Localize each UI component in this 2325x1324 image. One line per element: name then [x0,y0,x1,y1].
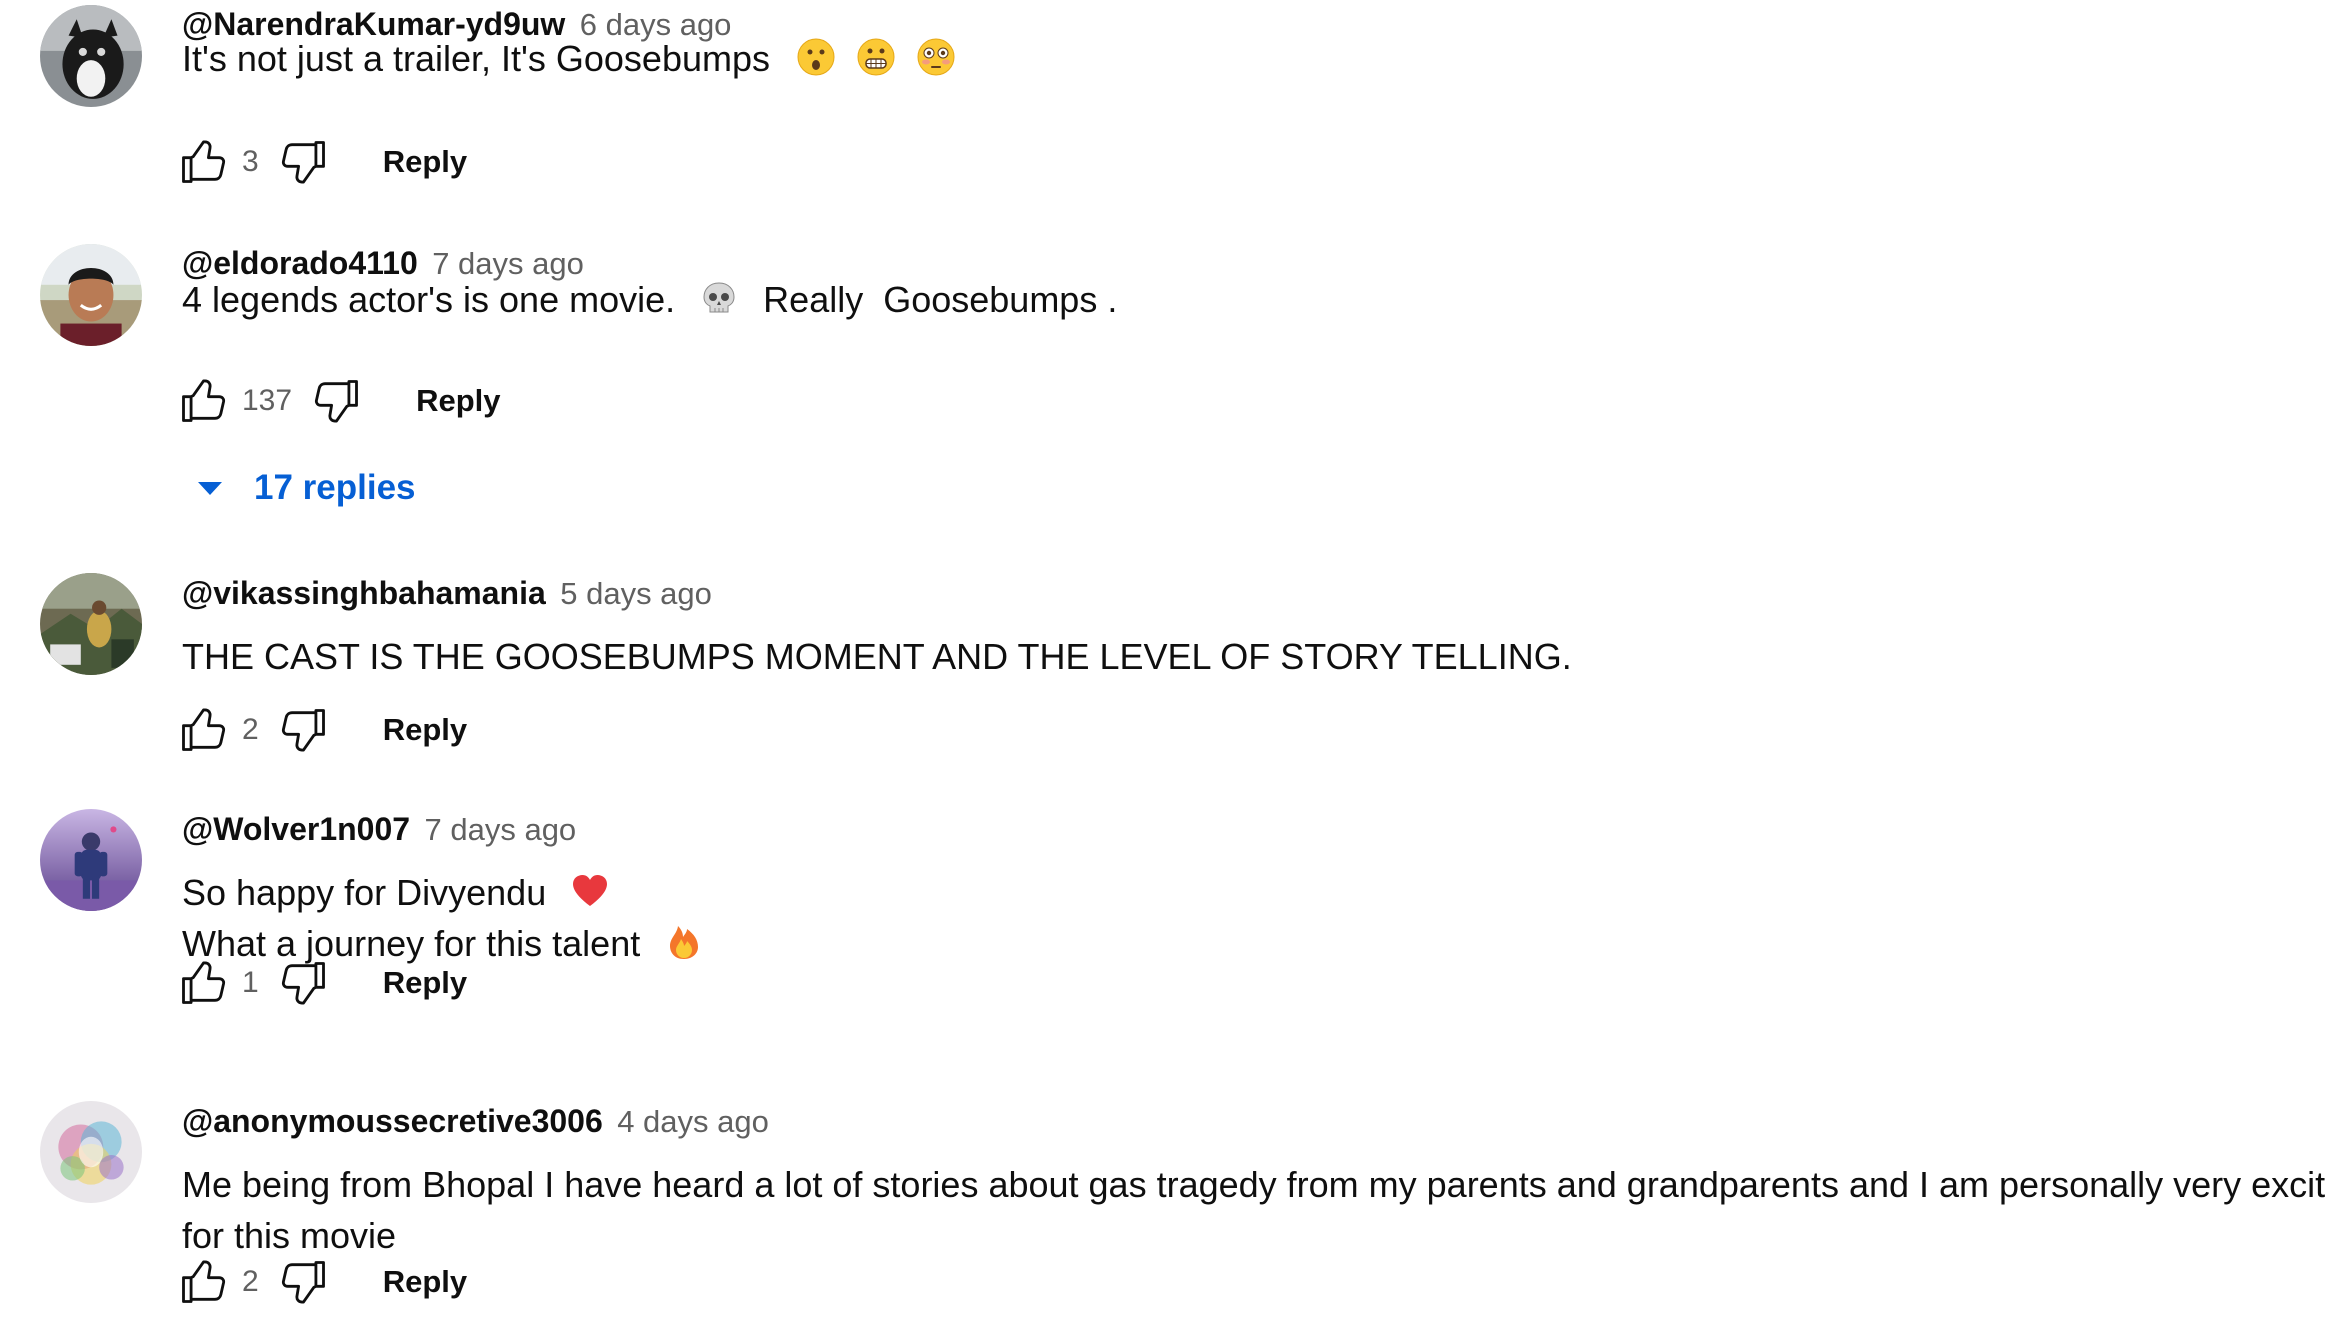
comment-actions: 3 Reply [176,134,467,190]
reply-button[interactable]: Reply [383,1264,467,1300]
comment-author[interactable]: @anonymoussecretive3006 [182,1103,603,1139]
dislike-button[interactable] [277,1255,331,1309]
thumbs-down-icon [281,1261,325,1304]
comment-timestamp[interactable]: 7 days ago [425,812,577,847]
comment-text: THE CAST IS THE GOOSEBUMPS MOMENT AND TH… [182,631,1572,682]
comment-actions: 137 Reply [176,373,500,429]
thumbs-down-icon [281,141,325,184]
like-button[interactable] [176,135,230,189]
comment-text-line: Really Goosebumps . [763,279,1118,320]
like-button[interactable] [176,703,230,757]
like-button[interactable] [176,374,230,428]
skull-emoji [699,278,739,318]
comment-text-row: So happy for Divyendu [182,867,704,918]
reply-button[interactable]: Reply [383,144,467,180]
avatar-image [40,1101,142,1203]
replies-count-label: 17 replies [254,468,416,507]
flushed-face-emoji [916,37,956,77]
comment-text-line: THE CAST IS THE GOOSEBUMPS MOMENT AND TH… [182,636,1572,677]
comment-actions: 2 Reply [176,702,467,758]
comment-author[interactable]: @Wolver1n007 [182,811,410,847]
dislike-button[interactable] [277,703,331,757]
thumbs-down-icon [281,709,325,752]
comment-text-row: for this movie [182,1215,397,1256]
comment-actions: 2 Reply [176,1254,467,1310]
thumbs-down-icon [281,962,325,1005]
comment-text: It's not just a trailer, It's Goosebumps [182,33,956,84]
comment-text-line: So happy for Divyendu [182,872,547,913]
view-replies-button[interactable]: 17 replies [196,468,416,508]
comment-text-row: Me being from Bhopal I have heard a lot … [182,1164,2325,1205]
thumbs-up-icon [182,379,226,422]
reply-button[interactable]: Reply [383,712,467,748]
thumbs-up-icon [182,140,226,183]
comment-timestamp[interactable]: 4 days ago [617,1104,769,1139]
dislike-button[interactable] [277,135,331,189]
comment-actions: 1 Reply [176,955,467,1011]
comment-text-line: 4 legends actor's is one movie. [182,279,676,320]
comment-text-line: It's not just a trailer, It's Goosebumps [182,38,771,79]
avatar-image [40,573,142,675]
avatar[interactable] [40,5,142,107]
comment-header: @anonymoussecretive3006 4 days ago [182,1105,769,1137]
comment-text: So happy for Divyendu What a journey for… [182,867,704,969]
reply-button[interactable]: Reply [416,383,500,419]
dislike-button[interactable] [310,374,364,428]
comment-timestamp[interactable]: 5 days ago [560,576,712,611]
reply-button[interactable]: Reply [383,965,467,1001]
thumbs-down-icon [314,380,358,423]
avatar[interactable] [40,1101,142,1203]
like-count: 2 [242,713,259,746]
comment-text: Me being from Bhopal I have heard a lot … [182,1159,2325,1261]
like-count: 1 [242,966,259,999]
dislike-button[interactable] [277,956,331,1010]
red-heart-emoji [570,871,610,911]
avatar-image [40,5,142,107]
avatar[interactable] [40,809,142,911]
like-button[interactable] [176,1255,230,1309]
like-button[interactable] [176,956,230,1010]
comment-author[interactable]: @vikassinghbahamania [182,575,546,611]
thumbs-up-icon [182,961,226,1004]
hushed-face-emoji [796,37,836,77]
comment-header: @Wolver1n007 7 days ago [182,813,576,845]
like-count: 2 [242,1265,259,1298]
thumbs-up-icon [182,708,226,751]
thumbs-up-icon [182,1260,226,1303]
avatar-image [40,244,142,346]
like-count: 3 [242,145,259,178]
comment-text: 4 legends actor's is one movie. Really G… [182,274,1117,325]
avatar-image [40,809,142,911]
avatar[interactable] [40,573,142,675]
fire-emoji [664,922,704,962]
grimacing-face-emoji [856,37,896,77]
like-count: 137 [242,384,293,417]
caret-down-icon [196,478,224,498]
comment-header: @vikassinghbahamania 5 days ago [182,577,712,609]
avatar[interactable] [40,244,142,346]
